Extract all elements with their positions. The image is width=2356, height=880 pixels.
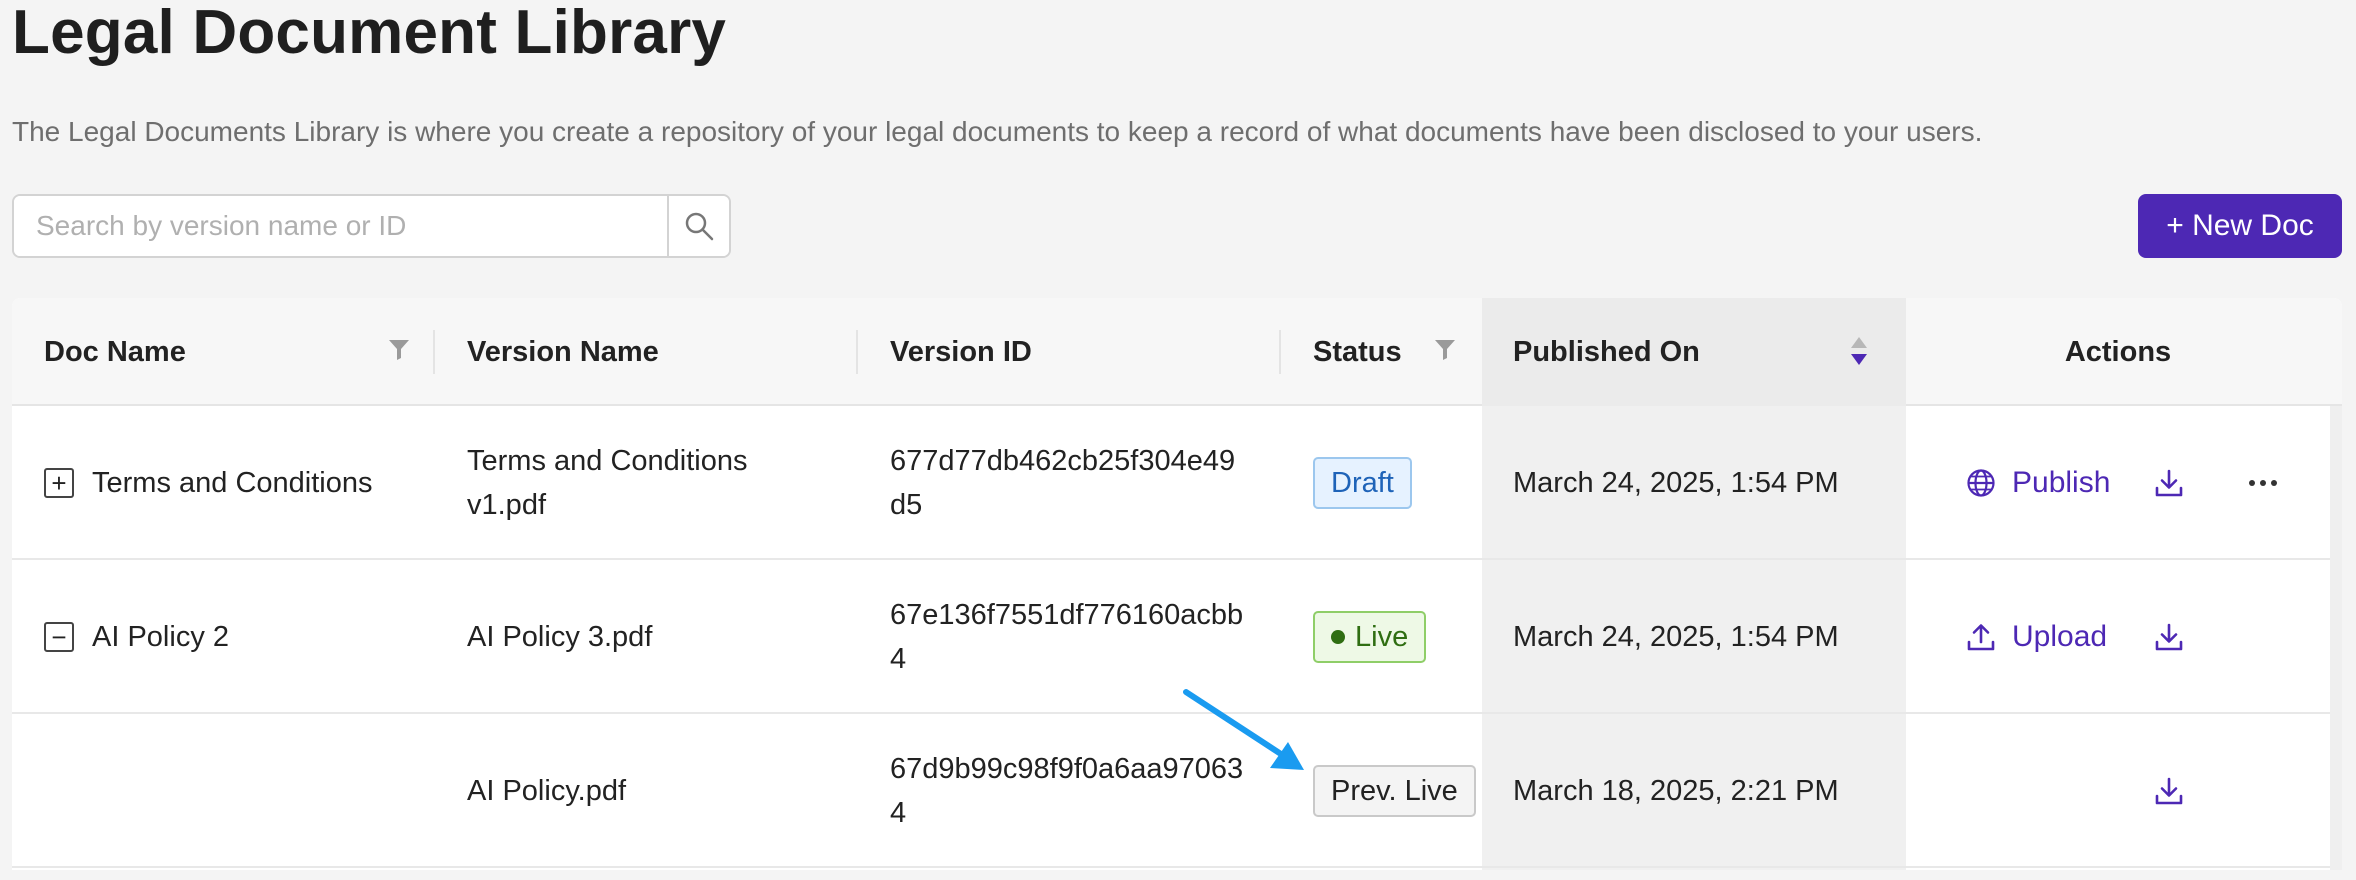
status-badge: Prev. Live [1313,765,1476,817]
doc-name-filter[interactable] [388,338,410,362]
filter-icon [389,340,409,360]
annotation-arrow-icon [1183,689,1304,770]
table-row: − AI Policy 2 AI Policy 3.pdf 67e136f755… [12,560,2330,714]
version-id-line: 4 [890,643,907,675]
search-icon [685,212,714,241]
status-cell: Prev. Live [1313,714,1476,868]
upload-button[interactable]: Upload [1966,615,2107,659]
download-icon [2155,469,2183,497]
more-icon [2249,480,2277,486]
version-name-cell: AI Policy 3.pdf [467,621,653,653]
documents-table: Doc Name Version Name Version ID Status … [12,298,2342,870]
published-on-sort[interactable] [1850,335,1868,367]
search-button[interactable] [667,196,729,256]
upload-label: Upload [2012,620,2108,653]
expand-row-button[interactable]: + [44,468,74,498]
published-on-cell: March 24, 2025, 1:54 PM [1513,621,1839,653]
minus-icon: − [51,622,67,652]
sort-icon [1851,337,1867,365]
column-divider [856,330,858,374]
download-cell [2154,714,2184,868]
download-icon [2155,623,2183,651]
version-name-line: Terms and Conditions [467,445,748,477]
download-button[interactable] [2154,776,2184,806]
published-on-cell: March 24, 2025, 1:54 PM [1513,467,1839,499]
version-id-line: 67e136f7551df776160acbb [890,599,1244,631]
search-input[interactable] [14,196,667,256]
collapse-row-button[interactable]: − [44,622,74,652]
download-button[interactable] [2154,468,2184,498]
column-divider [1279,330,1281,374]
doc-name: AI Policy 2 [92,621,229,653]
download-icon [2155,777,2183,805]
download-cell [2154,406,2184,560]
search-box [12,194,731,258]
doc-name-cell: − AI Policy 2 [44,560,229,714]
version-name-line: v1.pdf [467,489,546,521]
column-header-version-name: Version Name [467,335,659,368]
publish-label: Publish [2012,466,2111,499]
publish-button[interactable]: Publish [1966,461,2110,505]
upload-icon [1967,624,1995,651]
table-row: AI Policy.pdf 67d9b99c98f9f0a6aa97063 4 … [12,714,2330,868]
table-header: Doc Name Version Name Version ID Status … [12,298,2342,406]
new-doc-button[interactable]: + New Doc [2138,194,2342,258]
status-filter[interactable] [1434,338,1456,362]
actions-cell: Publish [1966,406,2110,560]
column-header-actions: Actions [2064,335,2172,368]
column-divider [433,330,435,374]
status-badge: Live [1313,611,1427,663]
version-id-line: d5 [890,489,923,521]
page-description: The Legal Documents Library is where you… [12,116,1983,147]
page-title: Legal Document Library [12,0,727,67]
version-id-line: 677d77db462cb25f304e49 [890,445,1236,477]
column-header-version-id: Version ID [890,335,1032,368]
download-button[interactable] [2154,622,2184,652]
table-scrollbar[interactable] [2330,406,2342,870]
column-header-published-on[interactable]: Published On [1513,298,1700,406]
actions-cell: Upload [1966,560,2107,714]
version-id-line: 4 [890,797,907,829]
status-badge: Draft [1313,457,1412,509]
version-name-cell: Terms and Conditions v1.pdf [467,406,747,560]
more-options-button[interactable] [2248,479,2278,487]
published-on-cell: March 18, 2025, 2:21 PM [1513,775,1839,807]
plus-icon: + [51,468,67,498]
table-row: + Terms and Conditions Terms and Conditi… [12,406,2330,560]
status-cell: Live [1313,560,1427,714]
download-cell [2154,560,2184,714]
filter-icon [1435,340,1455,360]
globe-icon [1967,469,1995,497]
version-id-cell: 677d77db462cb25f304e49 d5 [890,406,1235,560]
doc-name: Terms and Conditions [92,467,373,499]
status-cell: Draft [1313,406,1412,560]
live-dot-icon [1331,630,1345,644]
version-name-cell: AI Policy.pdf [467,775,627,807]
more-cell [2248,406,2278,560]
column-header-status: Status [1313,335,1402,368]
status-label: Live [1355,621,1409,653]
column-header-doc-name: Doc Name [44,335,186,368]
doc-name-cell: + Terms and Conditions [44,406,372,560]
